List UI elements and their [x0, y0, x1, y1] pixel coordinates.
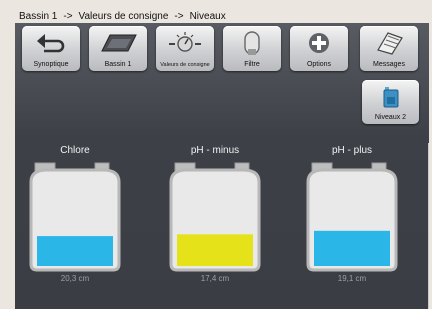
tank-liquid [37, 236, 113, 266]
tank-value: 19,1 cm [337, 274, 367, 283]
button-label: Options [306, 61, 332, 68]
options-button[interactable]: Options [290, 26, 348, 71]
valeurs-de-consigne-button[interactable]: Valeurs de consigne [156, 26, 214, 71]
main-panel: Synoptique Bassin 1 Valeurs de consigne … [15, 23, 429, 309]
button-label: Niveaux 2 [374, 114, 407, 121]
messages-button[interactable]: Messages [360, 26, 418, 71]
synoptique-button[interactable]: Synoptique [22, 26, 80, 71]
tank-ph-plus: pH - plus 19,1 cm [302, 145, 402, 283]
breadcrumb-item[interactable]: Bassin 1 [19, 10, 57, 24]
breadcrumb: Bassin 1 -> Valeurs de consigne -> Nivea… [19, 10, 226, 24]
tank-title: pH - plus [331, 145, 372, 156]
button-label: Messages [373, 61, 405, 68]
button-label: Valeurs de consigne [160, 62, 210, 68]
breadcrumb-separator: -> [174, 11, 184, 22]
button-label: Bassin 1 [104, 61, 132, 68]
tank-chlore: Chlore 20,3 cm [25, 145, 125, 283]
tank-graphic [306, 162, 398, 272]
toolbar: Synoptique Bassin 1 Valeurs de consigne … [15, 23, 429, 77]
tank-liquid [314, 230, 390, 266]
tank-title: Chlore [60, 145, 90, 156]
breadcrumb-separator: -> [63, 11, 73, 22]
tank-liquid [177, 234, 253, 266]
bassin-button[interactable]: Bassin 1 [89, 26, 147, 71]
button-label: Synoptique [33, 61, 69, 68]
screen: Bassin 1 -> Valeurs de consigne -> Nivea… [0, 0, 432, 309]
filter-icon [223, 29, 281, 57]
tank-title: pH - minus [190, 145, 240, 156]
back-arrow-icon [22, 29, 80, 57]
filtre-button[interactable]: Filtre [223, 26, 281, 71]
tank-graphic [29, 162, 121, 272]
plus-icon [290, 29, 348, 57]
niveaux-2-button[interactable]: Niveaux 2 [362, 80, 419, 124]
dial-icon [156, 29, 214, 57]
tank-graphic [169, 162, 261, 272]
button-label: Filtre [244, 61, 260, 68]
tank-value: 20,3 cm [60, 274, 90, 283]
tank-ph-minus: pH - minus 17,4 cm [165, 145, 265, 283]
scrollbar[interactable] [428, 143, 429, 309]
breadcrumb-item: Niveaux [189, 11, 226, 22]
notepad-icon [360, 29, 418, 57]
pool-icon [89, 29, 147, 57]
canister-icon [362, 83, 419, 111]
tank-value: 17,4 cm [200, 274, 230, 283]
breadcrumb-item[interactable]: Valeurs de consigne [79, 10, 169, 24]
